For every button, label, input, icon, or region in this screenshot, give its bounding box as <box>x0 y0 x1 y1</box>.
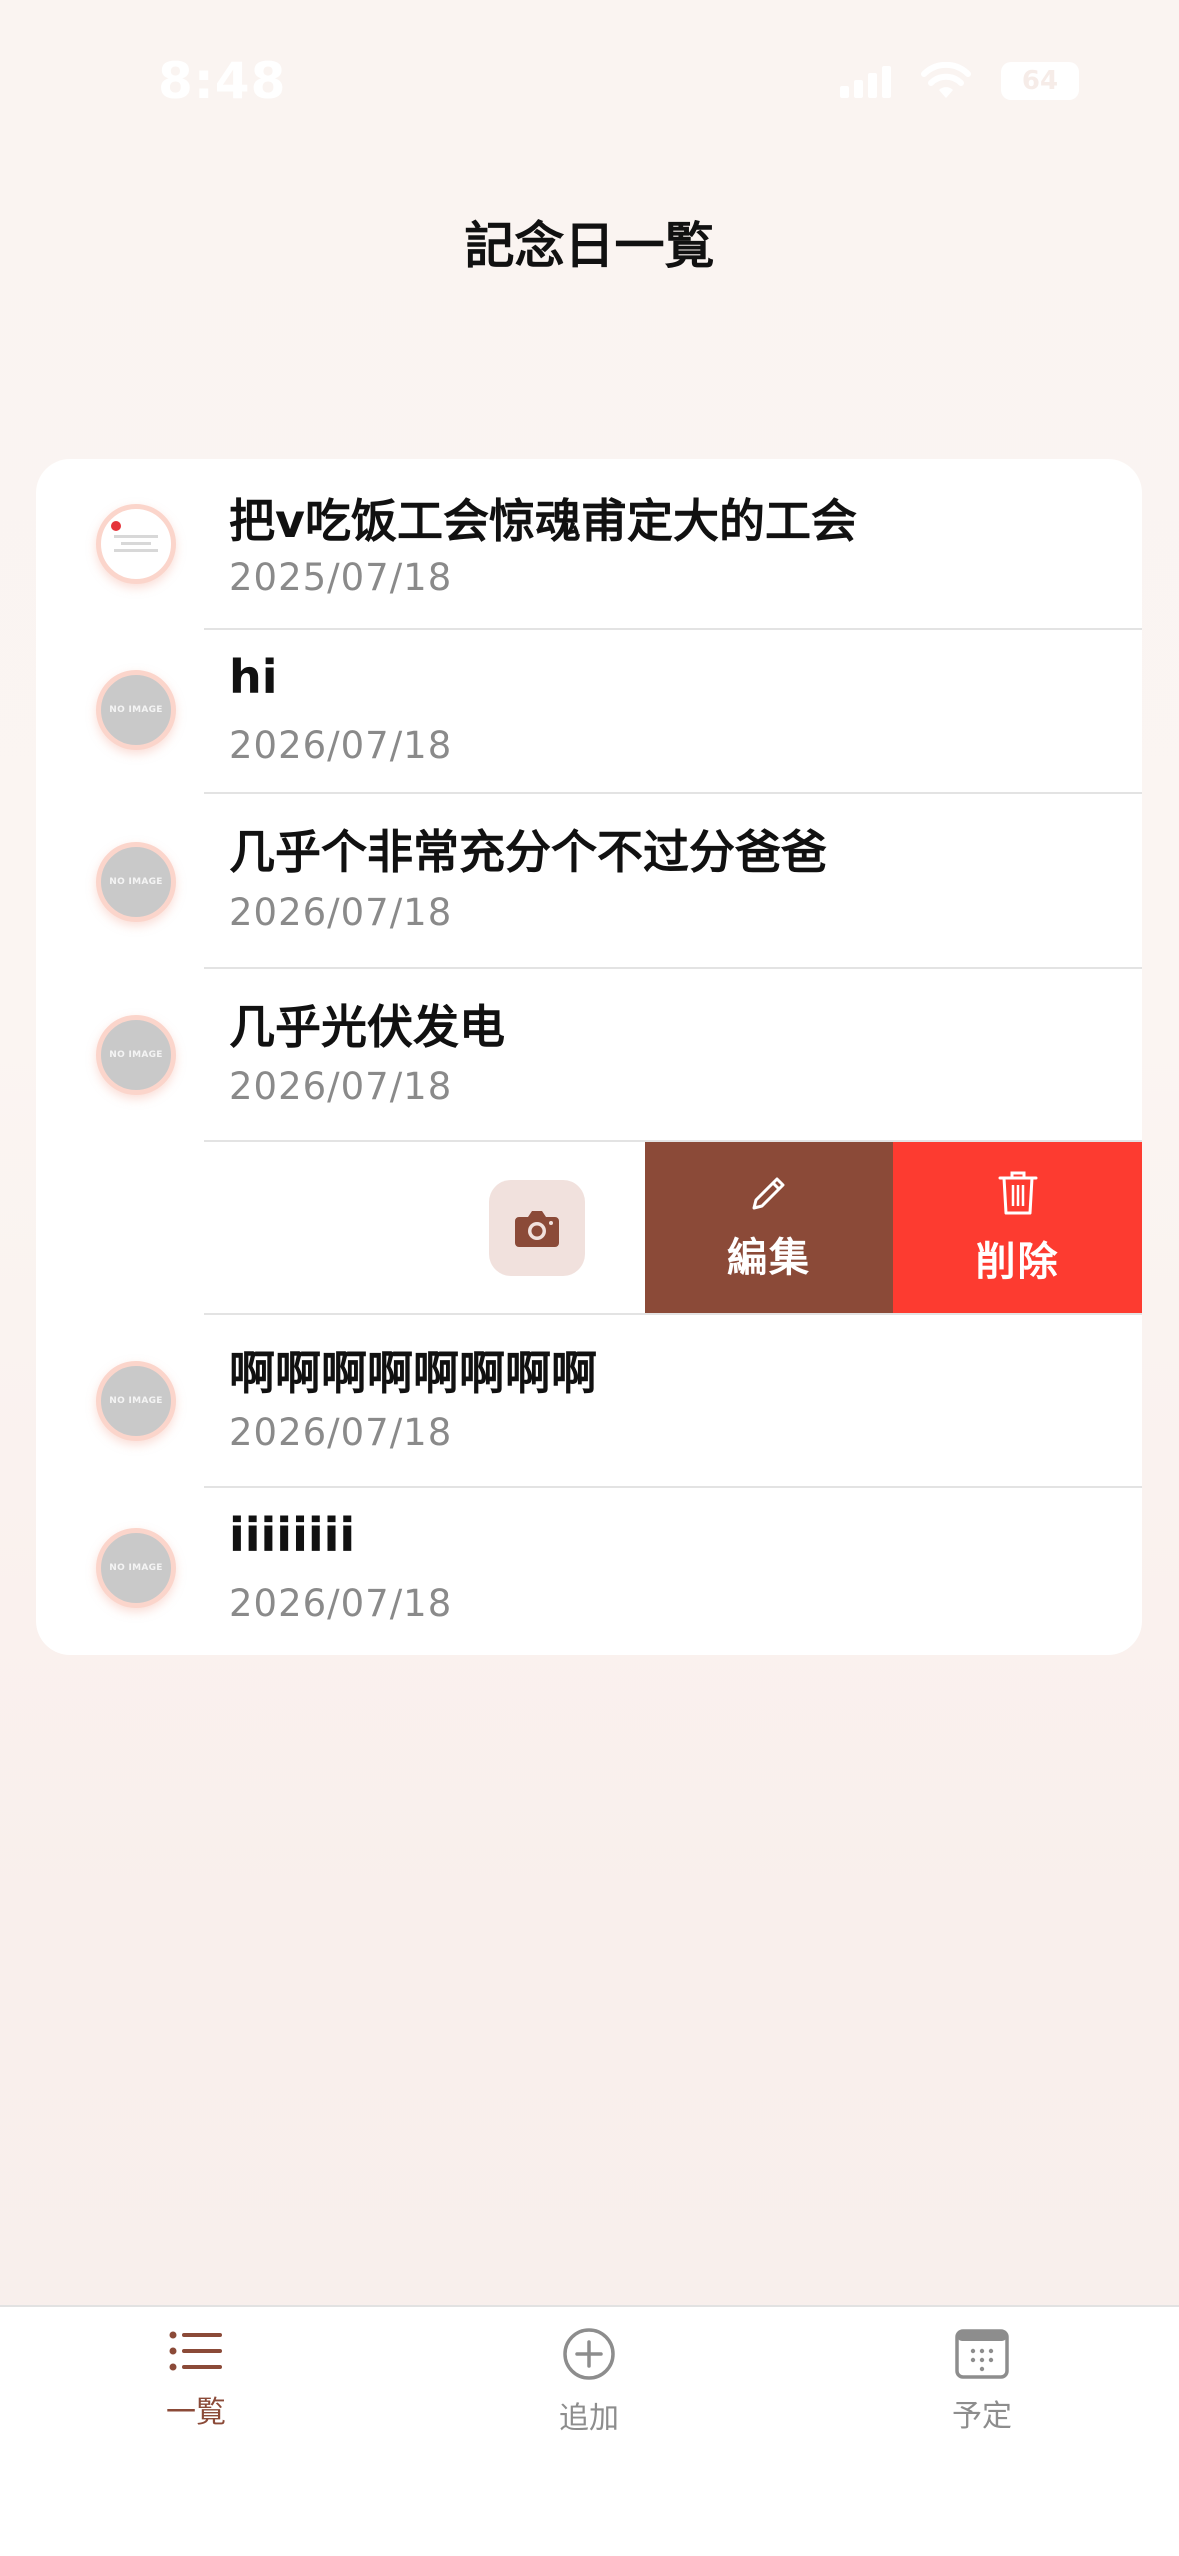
list-item[interactable]: 把v吃饭工会惊魂甫定大的工会 2025/07/18 <box>36 459 1142 630</box>
plus-circle-icon <box>563 2328 615 2380</box>
list-item[interactable]: NO IMAGE 几乎个非常充分个不过分爸爸 2026/07/18 <box>36 794 1142 969</box>
item-date: 2026/07/18 <box>229 891 453 934</box>
status-time: 8:48 <box>158 52 287 110</box>
item-thumbnail <box>96 504 176 584</box>
battery-icon: 64 <box>1001 62 1079 100</box>
status-icons: 64 <box>840 62 1079 100</box>
item-title: 啊啊啊啊啊啊啊啊 <box>229 1346 597 1400</box>
item-title: iiiiiiii <box>229 1508 356 1562</box>
tab-list[interactable]: 一覧 <box>96 2327 296 2431</box>
page-title: 記念日一覧 <box>464 217 715 275</box>
calendar-icon <box>955 2329 1009 2379</box>
item-title: hi <box>229 650 278 704</box>
item-date: 2026/07/18 <box>229 1065 453 1108</box>
list-icon <box>169 2331 222 2371</box>
delete-label: 削除 <box>975 1238 1060 1285</box>
item-title: 几乎个非常充分个不过分爸爸 <box>229 825 827 879</box>
item-title: 几乎光伏发电 <box>229 1000 505 1054</box>
tab-label: 追加 <box>559 2401 619 2436</box>
tab-label: 一覧 <box>166 2395 226 2430</box>
tab-schedule[interactable]: 予定 <box>882 2327 1082 2435</box>
tab-label: 予定 <box>952 2399 1012 2434</box>
swiped-list-item[interactable]: 編集 削除 <box>36 1142 1142 1315</box>
no-image-thumbnail: NO IMAGE <box>96 1528 176 1608</box>
no-image-thumbnail: NO IMAGE <box>96 1361 176 1441</box>
edit-button[interactable]: 編集 <box>645 1142 893 1313</box>
no-image-thumbnail: NO IMAGE <box>96 670 176 750</box>
list-item[interactable]: NO IMAGE 啊啊啊啊啊啊啊啊 2026/07/18 <box>36 1315 1142 1488</box>
anniversary-list: 把v吃饭工会惊魂甫定大的工会 2025/07/18 NO IMAGE hi 20… <box>36 459 1142 1655</box>
delete-button[interactable]: 削除 <box>893 1142 1142 1313</box>
status-bar: 8:48 64 <box>0 0 1179 170</box>
item-title: 把v吃饭工会惊魂甫定大的工会 <box>229 494 857 548</box>
wifi-icon <box>921 62 971 98</box>
no-image-thumbnail: NO IMAGE <box>96 1015 176 1095</box>
tab-add[interactable]: 追加 <box>489 2327 689 2437</box>
list-item[interactable]: NO IMAGE 几乎光伏发电 2026/07/18 <box>36 969 1142 1142</box>
camera-icon <box>515 1211 559 1247</box>
list-item[interactable]: NO IMAGE hi 2026/07/18 <box>36 630 1142 794</box>
tab-bar: 一覧 追加 予定 <box>0 2305 1179 2556</box>
item-date: 2026/07/18 <box>229 1582 453 1625</box>
edit-label: 編集 <box>727 1234 811 1281</box>
pencil-icon <box>752 1177 785 1209</box>
item-date: 2026/07/18 <box>229 724 453 767</box>
list-item[interactable]: NO IMAGE iiiiiiii 2026/07/18 <box>36 1488 1142 1655</box>
trash-icon <box>998 1171 1037 1214</box>
no-image-thumbnail: NO IMAGE <box>96 842 176 922</box>
item-date: 2025/07/18 <box>229 556 453 599</box>
cellular-signal-icon <box>840 64 891 98</box>
camera-button[interactable] <box>489 1180 585 1276</box>
item-date: 2026/07/18 <box>229 1411 453 1454</box>
